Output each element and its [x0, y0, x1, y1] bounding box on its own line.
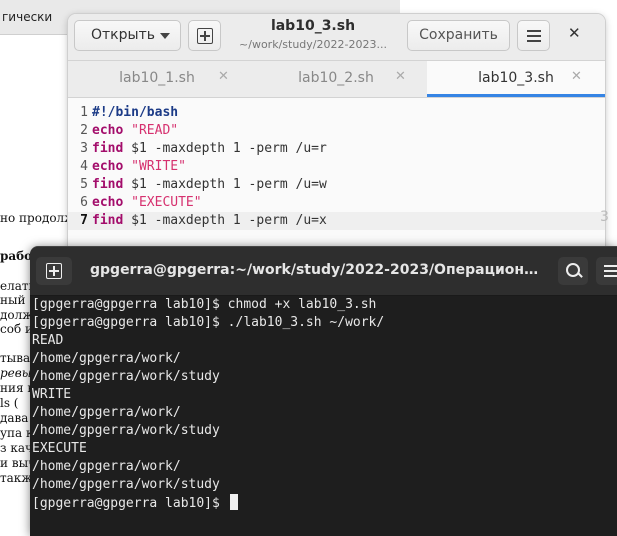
code-line: 5 find $1 -maxdepth 1 -perm /u=w	[68, 176, 605, 194]
code-text: echo "WRITE"	[92, 159, 186, 174]
terminal-prompt-line[interactable]: [gpgerra@gpgerra lab10]$	[32, 494, 238, 512]
terminal-line: /home/gpgerra/work/	[32, 459, 181, 474]
line-number: 3	[80, 141, 88, 156]
code-text: echo "READ"	[92, 123, 179, 138]
background-strip	[400, 0, 617, 14]
code-editor[interactable]: 1 #!/bin/bash 2 echo "READ" 3 find $1 -maxdep…	[68, 98, 605, 259]
terminal-title: gpgerra@gpgerra:~/work/study/2022-2023/О…	[90, 262, 542, 278]
tab-lab10-2[interactable]: lab10_2.sh ✕	[247, 61, 425, 97]
background-text-line: упа к	[0, 426, 34, 440]
menu-icon-bar	[527, 30, 541, 32]
code-line: 3 find $1 -maxdepth 1 -perm /u=r	[68, 140, 605, 158]
new-tab-icon	[46, 263, 62, 279]
tab-lab10-1[interactable]: lab10_1.sh ✕	[68, 61, 246, 97]
editor-headerbar: Открыть lab10_3.sh ~/work/study/2022-202…	[68, 14, 605, 61]
code-text: find $1 -maxdepth 1 -perm /u=x	[92, 213, 327, 228]
code-text: #!/bin/bash	[92, 105, 179, 120]
menu-icon-bar	[604, 265, 617, 267]
terminal-output[interactable]: [gpgerra@gpgerra lab10]$ chmod +x lab10_…	[30, 296, 617, 536]
document-tabs: lab10_1.sh ✕ lab10_2.sh ✕ lab10_3.sh ✕	[68, 61, 605, 98]
line-number: 1	[80, 105, 88, 120]
line-number: 4	[80, 159, 88, 174]
background-text-line: долж	[0, 308, 34, 322]
terminal-line: /home/gpgerra/work/study	[32, 423, 220, 438]
code-text: find $1 -maxdepth 1 -perm /u=w	[92, 177, 327, 192]
background-text-line: ный	[0, 293, 26, 307]
tab-lab10-3[interactable]: lab10_3.sh ✕	[427, 61, 605, 97]
clipped-line-number: 3	[600, 209, 609, 225]
code-line: 1 #!/bin/bash	[68, 104, 605, 122]
open-button[interactable]: Открыть	[74, 20, 181, 51]
background-text-line: дава	[0, 411, 29, 425]
terminal-search-button[interactable]	[558, 257, 588, 285]
terminal-line: WRITE	[32, 387, 72, 402]
code-line: 4 echo "WRITE"	[68, 158, 605, 176]
window-subtitle-path: ~/work/study/2022-2023...	[239, 38, 387, 51]
terminal-new-tab-button[interactable]	[36, 257, 72, 285]
code-line: 7 find $1 -maxdepth 1 -perm /u=x	[68, 212, 605, 230]
background-text-line: рабо	[0, 249, 33, 263]
terminal-menu-button[interactable]	[596, 257, 617, 285]
code-text: find $1 -maxdepth 1 -perm /u=r	[92, 141, 327, 156]
menu-icon-bar	[604, 275, 617, 277]
hamburger-menu-button[interactable]	[517, 20, 550, 51]
terminal-line: [gpgerra@gpgerra lab10]$ ./lab10_3.sh ~/…	[32, 315, 385, 330]
code-line: 6 echo "EXECUTE"	[68, 194, 605, 212]
line-number: 7	[80, 213, 88, 228]
text-editor-window: Открыть lab10_3.sh ~/work/study/2022-202…	[68, 14, 605, 259]
terminal-window: gpgerra@gpgerra:~/work/study/2022-2023/О…	[30, 247, 617, 536]
tab-close-icon[interactable]: ✕	[571, 69, 582, 84]
line-number: 2	[80, 123, 88, 138]
open-button-label: Открыть	[91, 27, 155, 43]
menu-icon-bar	[527, 40, 541, 42]
background-text-line: з кач	[0, 441, 33, 455]
terminal-line: /home/gpgerra/work/	[32, 351, 181, 366]
menu-icon-bar	[527, 35, 541, 37]
line-number: 6	[80, 195, 88, 210]
code-text: echo "EXECUTE"	[92, 195, 202, 210]
terminal-line: /home/gpgerra/work/	[32, 405, 181, 420]
background-text-line: ls (	[0, 396, 19, 410]
window-title: lab10_3.sh	[270, 18, 356, 34]
menu-icon-bar	[604, 270, 617, 272]
terminal-headerbar: gpgerra@gpgerra:~/work/study/2022-2023/О…	[30, 247, 617, 296]
tab-close-icon[interactable]: ✕	[395, 69, 406, 84]
background-tab-label[interactable]: гически	[2, 10, 52, 24]
terminal-line: /home/gpgerra/work/study	[32, 477, 220, 492]
terminal-line: [gpgerra@gpgerra lab10]$ chmod +x lab10_…	[32, 297, 377, 312]
active-tab-indicator	[427, 94, 605, 97]
new-tab-icon	[197, 28, 213, 44]
save-button[interactable]: Сохранить	[407, 20, 510, 51]
background-text-line: такж	[0, 471, 33, 485]
line-number: 5	[80, 177, 88, 192]
terminal-cursor	[229, 494, 238, 510]
terminal-line: /home/gpgerra/work/study	[32, 369, 220, 384]
search-icon-handle	[577, 272, 583, 278]
terminal-line: EXECUTE	[32, 441, 87, 456]
close-window-icon[interactable]: ✕	[568, 24, 581, 42]
terminal-line: READ	[32, 333, 64, 348]
tab-close-icon[interactable]: ✕	[218, 69, 229, 84]
code-line: 2 echo "READ"	[68, 122, 605, 140]
chevron-down-icon	[160, 33, 170, 39]
new-document-button[interactable]	[188, 20, 221, 51]
background-text-line: соб и	[0, 322, 33, 336]
